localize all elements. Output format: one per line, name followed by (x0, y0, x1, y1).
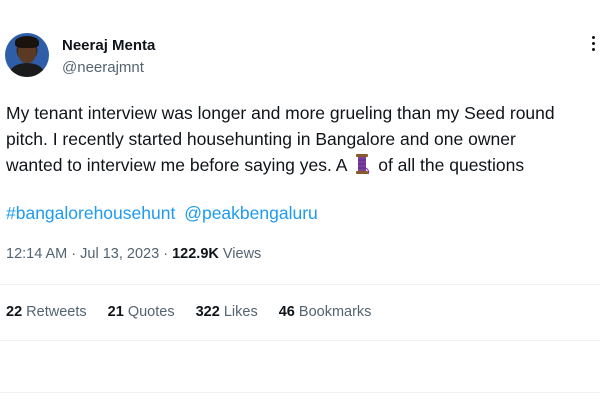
tweet-header: Neeraj Menta @neerajmnt (5, 33, 600, 83)
author-name[interactable]: Neeraj Menta (62, 37, 155, 54)
spool-of-thread-icon (351, 153, 373, 175)
tweet-date[interactable]: Jul 13, 2023 (80, 246, 159, 262)
meta-separator: · (71, 246, 77, 262)
mention-link[interactable]: @peakbengaluru (184, 203, 318, 223)
stat-label: Retweets (26, 304, 87, 320)
likes-stat[interactable]: 322 Likes (196, 304, 258, 320)
stat-label: Bookmarks (298, 304, 372, 320)
avatar[interactable] (5, 33, 49, 77)
tweet-text-segment: of all the questions (378, 155, 525, 175)
more-options-icon[interactable] (588, 33, 600, 53)
meta-separator: · (163, 246, 169, 262)
tweet-text-line: pitch. I recently started househunting i… (6, 129, 516, 149)
stat-count: 322 (195, 304, 220, 320)
bookmarks-stat[interactable]: 46 Bookmarks (279, 304, 372, 320)
engagement-stats: 22 Retweets 21 Quotes 322 Likes 46 Bookm… (6, 304, 388, 320)
tweet-text: My tenant interview was longer and more … (6, 100, 596, 178)
retweets-stat[interactable]: 22 Retweets (6, 304, 87, 320)
cropped-previous-content (0, 0, 600, 6)
tweet-text-segment: wanted to interview me before saying yes… (6, 155, 347, 175)
tweet-meta: 12:14 AM · Jul 13, 2023 · 122.9K Views (6, 246, 261, 262)
divider (0, 392, 600, 393)
stat-count: 46 (278, 304, 295, 320)
stat-count: 22 (6, 304, 23, 320)
quotes-stat[interactable]: 21 Quotes (108, 304, 175, 320)
stat-label: Quotes (127, 304, 175, 320)
tweet-time[interactable]: 12:14 AM (6, 246, 67, 262)
tweet-text-line: My tenant interview was longer and more … (6, 103, 555, 123)
views-label: Views (222, 246, 262, 262)
tweet-text-line: wanted to interview me before saying yes… (6, 152, 596, 178)
tweet-links: #bangalorehousehunt @peakbengaluru (6, 203, 322, 224)
author-handle[interactable]: @neerajmnt (62, 59, 144, 76)
divider (0, 340, 600, 341)
hashtag-link[interactable]: #bangalorehousehunt (6, 203, 175, 223)
stat-count: 21 (107, 304, 124, 320)
divider (0, 284, 600, 285)
views-count: 122.9K (172, 246, 219, 262)
stat-label: Likes (223, 304, 258, 320)
